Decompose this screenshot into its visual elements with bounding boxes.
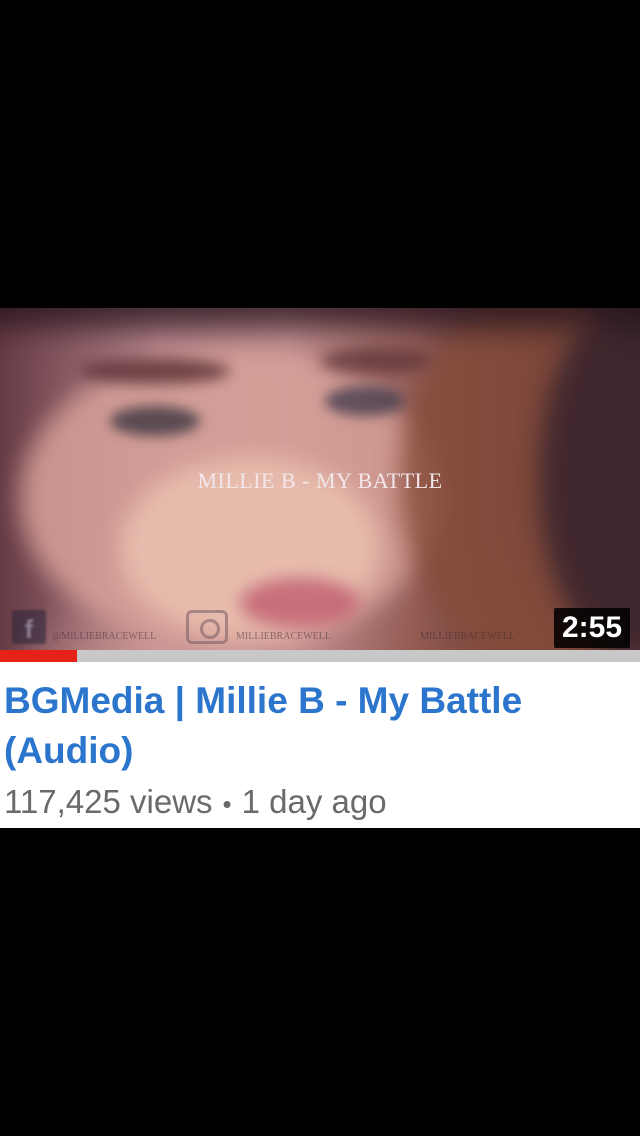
facebook-icon: f — [12, 610, 46, 644]
meta-separator: • — [222, 789, 232, 820]
thumbnail-social-bar: f @MILLIEBRACEWELL MILLIEBRACEWELL MILLI… — [0, 610, 640, 646]
watch-progress-fill — [0, 650, 77, 662]
thumb-eye-right — [325, 386, 405, 416]
thumbnail-title-text: MILLIE B - MY BATTLE — [197, 468, 443, 493]
thumb-top-shade — [0, 308, 640, 328]
thumb-brow-left — [80, 358, 230, 384]
social-handle: MILLIEBRACEWELL — [420, 631, 515, 642]
video-meta: 117,425 views • 1 day ago — [4, 782, 634, 824]
instagram-icon — [186, 610, 228, 644]
thumb-brow-right — [320, 348, 430, 374]
video-title-link[interactable]: BGMedia | Millie B - My Battle (Audio) — [4, 676, 634, 776]
upload-age: 1 day ago — [241, 783, 387, 820]
duration-badge: 2:55 — [553, 608, 630, 648]
video-thumbnail[interactable]: MILLIE B - MY BATTLE f @MILLIEBRACEWELL … — [0, 308, 640, 650]
social-handle: MILLIEBRACEWELL — [236, 631, 331, 642]
video-info[interactable]: BGMedia | Millie B - My Battle (Audio) 1… — [0, 662, 640, 828]
thumb-eye-left — [110, 406, 200, 436]
view-count: 117,425 views — [4, 783, 213, 820]
social-handle: @MILLIEBRACEWELL — [52, 631, 157, 642]
watch-progress-bar — [0, 650, 640, 662]
